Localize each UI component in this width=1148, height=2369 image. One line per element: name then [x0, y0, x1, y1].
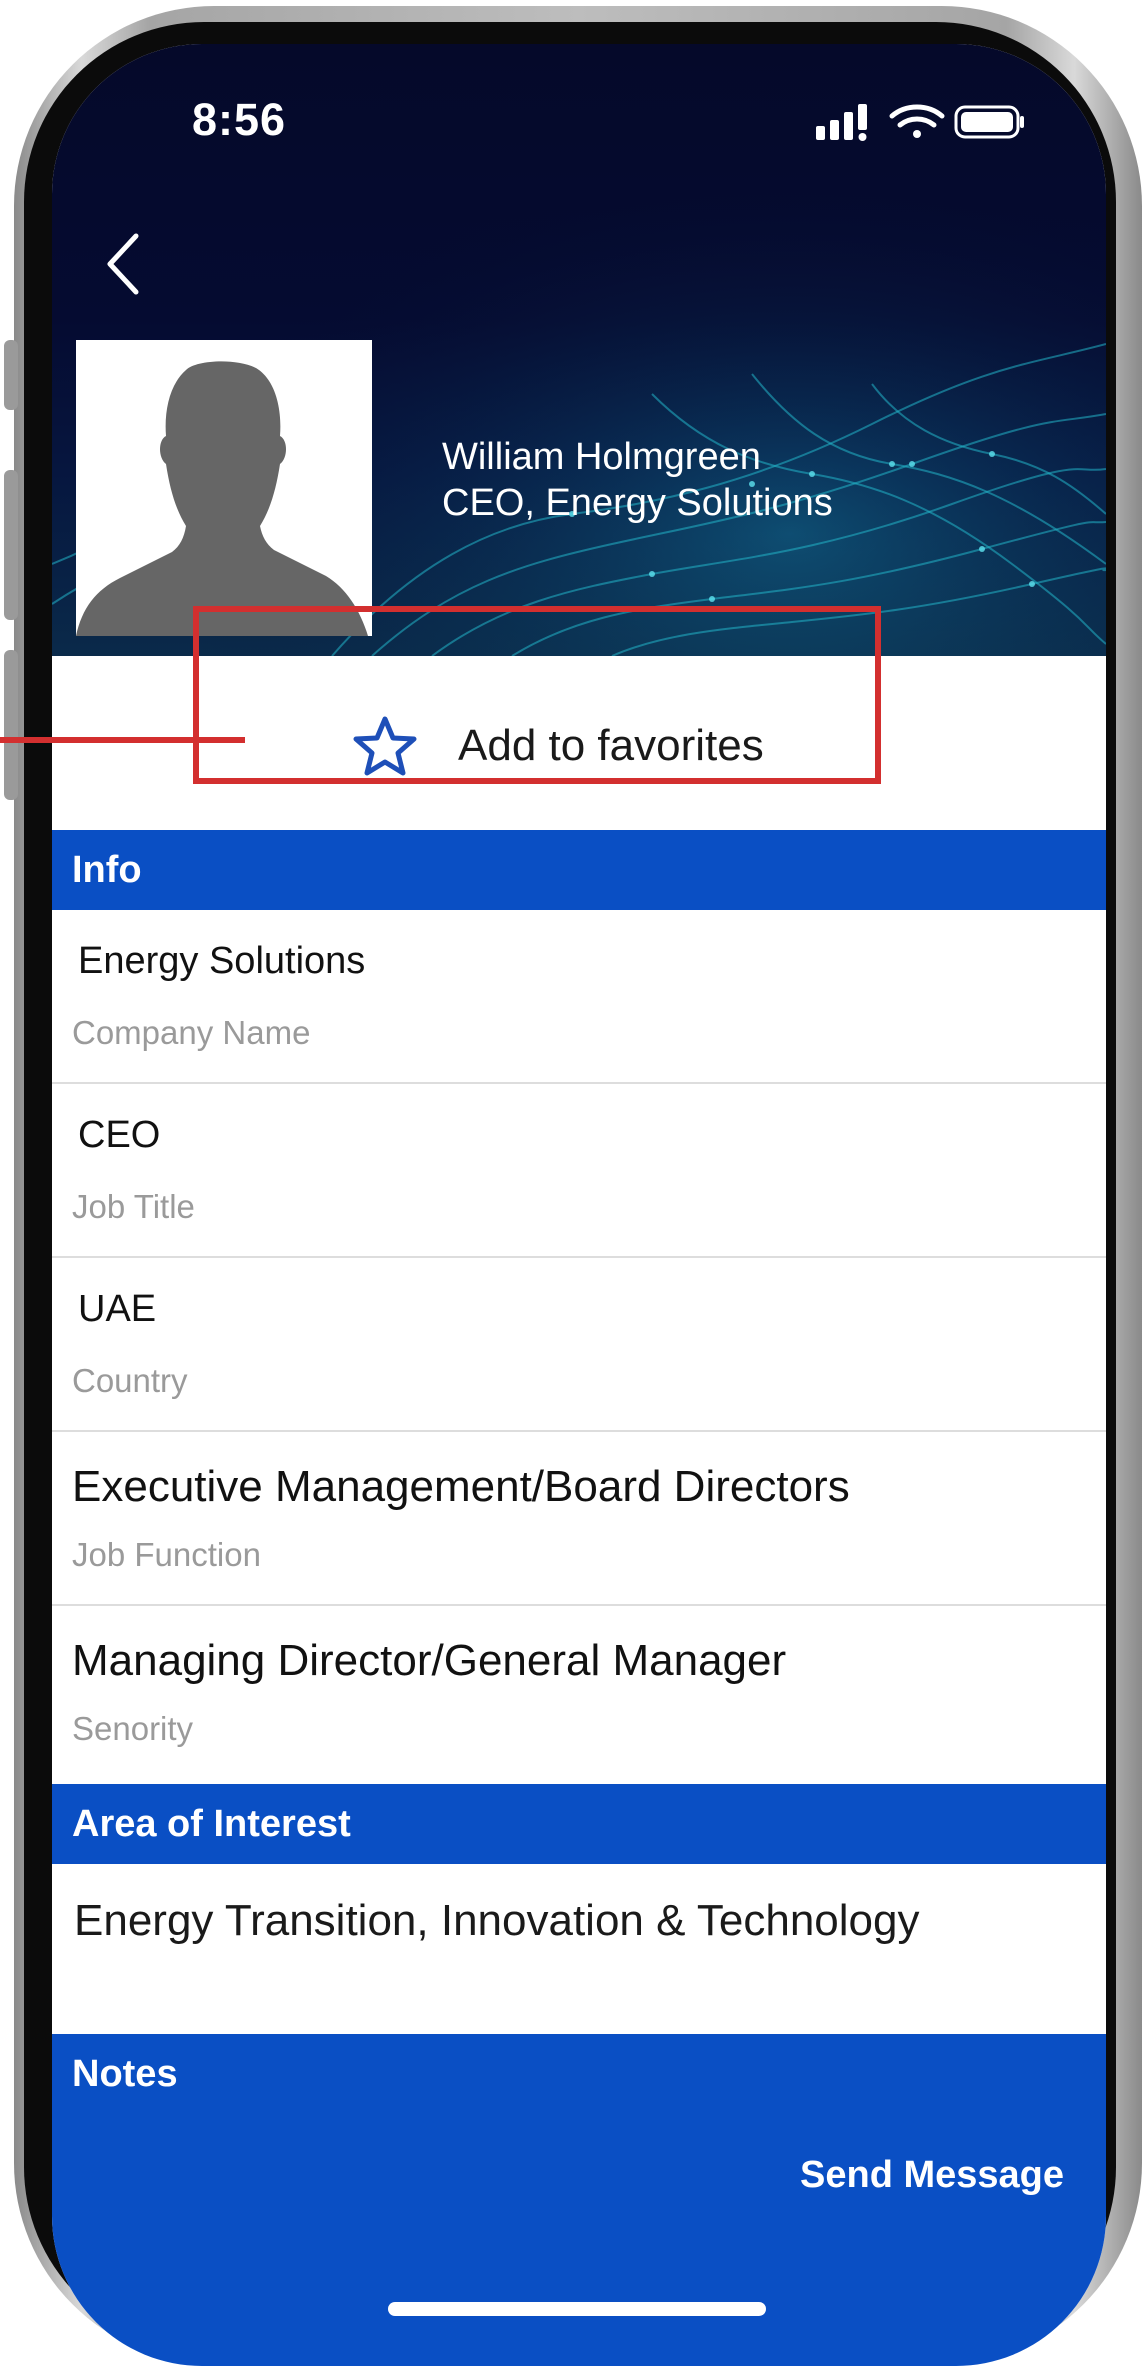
- info-row-company: Energy Solutions Company Name: [52, 910, 1106, 1084]
- info-label: Job Function: [72, 1536, 261, 1573]
- status-icons: [816, 102, 1026, 147]
- info-label: Senority: [72, 1710, 194, 1747]
- person-silhouette-icon: [76, 361, 368, 636]
- info-value: Energy Solutions: [78, 940, 366, 982]
- favorites-highlight-box: [193, 606, 881, 784]
- battery-icon: [954, 105, 1024, 139]
- side-button-volume-up: [4, 470, 18, 620]
- side-button-mute: [4, 340, 18, 410]
- footer-bar: Send Message: [52, 2114, 1106, 2366]
- signal-icon: [816, 104, 867, 141]
- info-row-job-function: Executive Management/Board Directors Job…: [52, 1432, 1106, 1606]
- avatar: [76, 340, 372, 636]
- callout-line: [0, 737, 245, 743]
- profile-header: 8:56 William Holmgreen CEO, Energy Solut…: [52, 44, 1106, 656]
- info-label: Company Name: [72, 1014, 311, 1051]
- app-screen: 8:56 William Holmgreen CEO, Energy Solut…: [52, 44, 1106, 2366]
- info-value: UAE: [78, 1288, 157, 1330]
- info-label: Job Title: [72, 1188, 195, 1225]
- info-value: Executive Management/Board Directors: [72, 1462, 850, 1511]
- section-header-info: Info: [52, 830, 1106, 910]
- status-time: 8:56: [192, 94, 287, 145]
- back-chevron-icon: [107, 233, 139, 295]
- info-row-country: UAE Country: [52, 1258, 1106, 1432]
- home-indicator[interactable]: [388, 2302, 766, 2316]
- profile-headline: CEO, Energy Solutions: [442, 482, 833, 524]
- info-row-job-title: CEO Job Title: [52, 1084, 1106, 1258]
- profile-text: William Holmgreen CEO, Energy Solutions: [442, 434, 833, 526]
- interest-row: Energy Transition, Innovation & Technolo…: [52, 1864, 1106, 2034]
- profile-name: William Holmgreen: [442, 436, 761, 478]
- interest-value: Energy Transition, Innovation & Technolo…: [74, 1896, 920, 1945]
- wifi-icon: [889, 104, 945, 138]
- send-message-button[interactable]: Send Message: [800, 2154, 1064, 2197]
- info-label: Country: [72, 1362, 188, 1399]
- back-button[interactable]: [94, 224, 154, 304]
- info-row-seniority: Managing Director/General Manager Senori…: [52, 1606, 1106, 1780]
- section-header-notes: Notes: [52, 2034, 1106, 2114]
- side-button-volume-down: [4, 650, 18, 800]
- info-value: CEO: [78, 1114, 161, 1156]
- info-value: Managing Director/General Manager: [72, 1636, 787, 1685]
- section-header-area-of-interest: Area of Interest: [52, 1784, 1106, 1864]
